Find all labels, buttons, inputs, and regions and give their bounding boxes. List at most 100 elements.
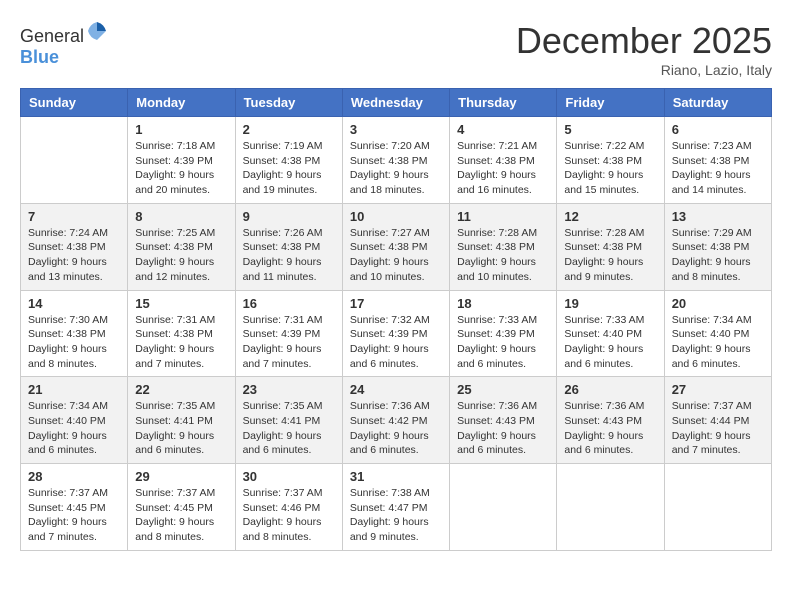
day-number: 7 (28, 209, 120, 224)
column-header-wednesday: Wednesday (342, 89, 449, 117)
column-header-saturday: Saturday (664, 89, 771, 117)
calendar-cell: 15Sunrise: 7:31 AM Sunset: 4:38 PM Dayli… (128, 290, 235, 377)
day-info: Sunrise: 7:36 AM Sunset: 4:43 PM Dayligh… (457, 399, 549, 458)
logo-general: General (20, 26, 84, 46)
page-header: General Blue December 2025 Riano, Lazio,… (20, 20, 772, 78)
calendar-cell (557, 464, 664, 551)
calendar-week-4: 21 Sunrise: 7:34 AM Sunset: 4:40 PM Dayli… (21, 377, 772, 464)
day-info: Sunrise: 7:35 AM Sunset: 4:41 PM Dayligh… (135, 399, 227, 458)
calendar-cell: 27 Sunrise: 7:37 AM Sunset: 4:44 PM Dayli… (664, 377, 771, 464)
day-number: 26 (564, 382, 656, 397)
day-info: Sunrise: 7:22 AM Sunset: 4:38 PM Dayligh… (564, 139, 656, 198)
calendar-cell (21, 117, 128, 204)
calendar-cell: 8 Sunrise: 7:25 AM Sunset: 4:38 PM Daylig… (128, 203, 235, 290)
day-info: Sunrise: 7:20 AM Sunset: 4:38 PM Dayligh… (350, 139, 442, 198)
calendar-week-5: 28Sunrise: 7:37 AM Sunset: 4:45 PM Dayli… (21, 464, 772, 551)
day-number: 4 (457, 122, 549, 137)
calendar-cell: 1 Sunrise: 7:18 AM Sunset: 4:39 PM Daylig… (128, 117, 235, 204)
day-number: 18 (457, 296, 549, 311)
calendar-cell: 3 Sunrise: 7:20 AM Sunset: 4:38 PM Daylig… (342, 117, 449, 204)
calendar-cell: 24Sunrise: 7:36 AM Sunset: 4:42 PM Dayli… (342, 377, 449, 464)
column-header-tuesday: Tuesday (235, 89, 342, 117)
day-info: Sunrise: 7:37 AM Sunset: 4:45 PM Dayligh… (28, 486, 120, 545)
day-info: Sunrise: 7:31 AM Sunset: 4:39 PM Dayligh… (243, 313, 335, 372)
day-number: 21 (28, 382, 120, 397)
calendar-cell: 28Sunrise: 7:37 AM Sunset: 4:45 PM Dayli… (21, 464, 128, 551)
day-info: Sunrise: 7:28 AM Sunset: 4:38 PM Dayligh… (564, 226, 656, 285)
day-number: 2 (243, 122, 335, 137)
day-number: 22 (135, 382, 227, 397)
day-info: Sunrise: 7:24 AM Sunset: 4:38 PM Dayligh… (28, 226, 120, 285)
calendar-cell (664, 464, 771, 551)
calendar-cell: 21 Sunrise: 7:34 AM Sunset: 4:40 PM Dayli… (21, 377, 128, 464)
column-header-monday: Monday (128, 89, 235, 117)
column-header-sunday: Sunday (21, 89, 128, 117)
day-info: Sunrise: 7:27 AM Sunset: 4:38 PM Dayligh… (350, 226, 442, 285)
day-info: Sunrise: 7:34 AM Sunset: 4:40 PM Dayligh… (28, 399, 120, 458)
day-number: 14 (28, 296, 120, 311)
calendar-cell: 14 Sunrise: 7:30 AM Sunset: 4:38 PM Dayli… (21, 290, 128, 377)
day-info: Sunrise: 7:38 AM Sunset: 4:47 PM Dayligh… (350, 486, 442, 545)
calendar-cell: 5 Sunrise: 7:22 AM Sunset: 4:38 PM Daylig… (557, 117, 664, 204)
day-info: Sunrise: 7:29 AM Sunset: 4:38 PM Dayligh… (672, 226, 764, 285)
day-number: 9 (243, 209, 335, 224)
calendar-cell: 22 Sunrise: 7:35 AM Sunset: 4:41 PM Dayli… (128, 377, 235, 464)
calendar-cell: 25 Sunrise: 7:36 AM Sunset: 4:43 PM Dayli… (450, 377, 557, 464)
title-block: December 2025 Riano, Lazio, Italy (516, 20, 772, 78)
day-number: 15 (135, 296, 227, 311)
day-info: Sunrise: 7:21 AM Sunset: 4:38 PM Dayligh… (457, 139, 549, 198)
day-info: Sunrise: 7:33 AM Sunset: 4:40 PM Dayligh… (564, 313, 656, 372)
day-info: Sunrise: 7:28 AM Sunset: 4:38 PM Dayligh… (457, 226, 549, 285)
day-number: 19 (564, 296, 656, 311)
calendar-header-row: SundayMondayTuesdayWednesdayThursdayFrid… (21, 89, 772, 117)
day-info: Sunrise: 7:30 AM Sunset: 4:38 PM Dayligh… (28, 313, 120, 372)
day-number: 16 (243, 296, 335, 311)
calendar-table: SundayMondayTuesdayWednesdayThursdayFrid… (20, 88, 772, 551)
calendar-cell: 9 Sunrise: 7:26 AM Sunset: 4:38 PM Daylig… (235, 203, 342, 290)
day-info: Sunrise: 7:36 AM Sunset: 4:42 PM Dayligh… (350, 399, 442, 458)
logo-blue: Blue (20, 47, 59, 67)
day-number: 8 (135, 209, 227, 224)
day-number: 20 (672, 296, 764, 311)
day-info: Sunrise: 7:25 AM Sunset: 4:38 PM Dayligh… (135, 226, 227, 285)
day-info: Sunrise: 7:34 AM Sunset: 4:40 PM Dayligh… (672, 313, 764, 372)
day-number: 31 (350, 469, 442, 484)
day-info: Sunrise: 7:18 AM Sunset: 4:39 PM Dayligh… (135, 139, 227, 198)
month-title: December 2025 (516, 20, 772, 62)
day-number: 29 (135, 469, 227, 484)
calendar-cell: 7 Sunrise: 7:24 AM Sunset: 4:38 PM Daylig… (21, 203, 128, 290)
day-number: 25 (457, 382, 549, 397)
location: Riano, Lazio, Italy (516, 62, 772, 78)
day-info: Sunrise: 7:32 AM Sunset: 4:39 PM Dayligh… (350, 313, 442, 372)
day-number: 12 (564, 209, 656, 224)
calendar-cell: 26 Sunrise: 7:36 AM Sunset: 4:43 PM Dayli… (557, 377, 664, 464)
calendar-cell: 30Sunrise: 7:37 AM Sunset: 4:46 PM Dayli… (235, 464, 342, 551)
day-number: 1 (135, 122, 227, 137)
column-header-friday: Friday (557, 89, 664, 117)
calendar-week-2: 7 Sunrise: 7:24 AM Sunset: 4:38 PM Daylig… (21, 203, 772, 290)
calendar-cell: 20 Sunrise: 7:34 AM Sunset: 4:40 PM Dayli… (664, 290, 771, 377)
calendar-cell: 10 Sunrise: 7:27 AM Sunset: 4:38 PM Dayli… (342, 203, 449, 290)
day-number: 3 (350, 122, 442, 137)
day-info: Sunrise: 7:36 AM Sunset: 4:43 PM Dayligh… (564, 399, 656, 458)
day-number: 30 (243, 469, 335, 484)
day-number: 5 (564, 122, 656, 137)
day-info: Sunrise: 7:37 AM Sunset: 4:44 PM Dayligh… (672, 399, 764, 458)
calendar-cell: 2Sunrise: 7:19 AM Sunset: 4:38 PM Daylig… (235, 117, 342, 204)
calendar-cell (450, 464, 557, 551)
day-number: 17 (350, 296, 442, 311)
calendar-cell: 19 Sunrise: 7:33 AM Sunset: 4:40 PM Dayli… (557, 290, 664, 377)
day-number: 11 (457, 209, 549, 224)
calendar-cell: 6 Sunrise: 7:23 AM Sunset: 4:38 PM Daylig… (664, 117, 771, 204)
day-info: Sunrise: 7:23 AM Sunset: 4:38 PM Dayligh… (672, 139, 764, 198)
logo-icon (86, 20, 108, 42)
day-number: 27 (672, 382, 764, 397)
column-header-thursday: Thursday (450, 89, 557, 117)
calendar-cell: 31 Sunrise: 7:38 AM Sunset: 4:47 PM Dayli… (342, 464, 449, 551)
logo: General Blue (20, 20, 108, 68)
day-number: 6 (672, 122, 764, 137)
day-number: 10 (350, 209, 442, 224)
calendar-cell: 17 Sunrise: 7:32 AM Sunset: 4:39 PM Dayli… (342, 290, 449, 377)
calendar-cell: 18Sunrise: 7:33 AM Sunset: 4:39 PM Dayli… (450, 290, 557, 377)
day-info: Sunrise: 7:26 AM Sunset: 4:38 PM Dayligh… (243, 226, 335, 285)
